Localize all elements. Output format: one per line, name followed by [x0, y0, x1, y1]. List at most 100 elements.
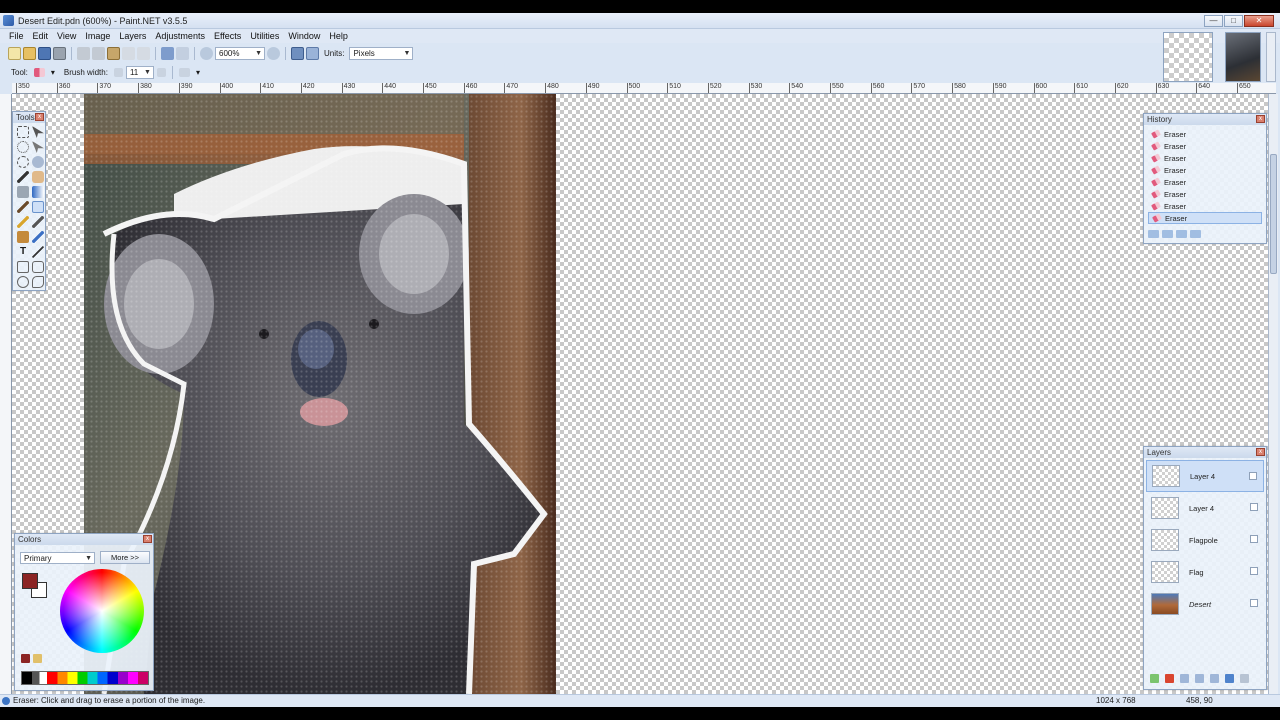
duplicate-layer-icon[interactable]	[1180, 674, 1189, 683]
move-layer-down-icon[interactable]	[1225, 674, 1234, 683]
menu-help[interactable]: Help	[326, 29, 354, 43]
history-item[interactable]: Eraser	[1148, 152, 1262, 164]
menu-adjustments[interactable]: Adjustments	[152, 29, 211, 43]
open-file-icon[interactable]	[23, 46, 36, 60]
clone-stamp-icon[interactable]	[17, 231, 29, 243]
text-icon[interactable]: T	[17, 246, 29, 258]
copy-icon[interactable]	[92, 46, 105, 60]
chevron-down-icon[interactable]: ▾	[196, 68, 200, 77]
eraser-tool-icon[interactable]	[33, 67, 45, 77]
save-icon[interactable]	[38, 46, 51, 60]
rewind-icon[interactable]	[1148, 230, 1159, 238]
swap-colors-icon[interactable]	[33, 654, 42, 663]
move-icon[interactable]	[32, 141, 44, 153]
canvas-vertical-scrollbar[interactable]	[1268, 94, 1278, 694]
tools-panel-header[interactable]: Tools x	[13, 112, 45, 123]
layer-row[interactable]: Flagpole	[1146, 524, 1264, 556]
gradient-icon[interactable]	[32, 186, 44, 198]
brush-shape-icon[interactable]	[113, 67, 123, 77]
close-icon[interactable]: x	[1256, 115, 1265, 123]
zoom-out-icon[interactable]	[200, 46, 213, 60]
ellipse-shape-icon[interactable]	[17, 276, 29, 288]
paintbrush-icon[interactable]	[17, 201, 29, 213]
move-layer-up-icon[interactable]	[1210, 674, 1219, 683]
paint-bucket-icon[interactable]	[17, 186, 29, 198]
menu-view[interactable]: View	[54, 29, 82, 43]
layer-visibility-checkbox[interactable]	[1250, 535, 1258, 543]
close-icon[interactable]: x	[1256, 448, 1265, 456]
layer-row[interactable]: Layer 4	[1146, 492, 1264, 524]
redo-icon[interactable]	[176, 46, 189, 60]
zoom-in-icon[interactable]	[267, 46, 280, 60]
fast-forward-icon[interactable]	[1190, 230, 1201, 238]
image-tab-thumbnail-koala[interactable]	[1225, 32, 1261, 82]
line-curve-icon[interactable]	[32, 246, 44, 258]
close-icon[interactable]: x	[143, 535, 152, 543]
units-combo[interactable]: Pixels ▼	[349, 46, 414, 60]
layers-panel-header[interactable]: Layers x	[1144, 447, 1266, 458]
menu-layers[interactable]: Layers	[116, 29, 152, 43]
undo-icon[interactable]	[1162, 230, 1173, 238]
layer-visibility-checkbox[interactable]	[1250, 567, 1258, 575]
colors-panel-header[interactable]: Colors x	[15, 534, 153, 545]
history-item[interactable]: Eraser	[1148, 200, 1262, 212]
layer-row[interactable]: Flag	[1146, 556, 1264, 588]
history-item[interactable]: Eraser	[1148, 176, 1262, 188]
brush-width-combo[interactable]: 11 ▼	[125, 65, 154, 79]
undo-icon[interactable]	[161, 46, 174, 60]
minimize-button[interactable]: —	[1204, 15, 1223, 27]
rectangle-select-icon[interactable]	[17, 126, 29, 138]
merge-layer-icon[interactable]	[1195, 674, 1204, 683]
history-item-selected[interactable]: Eraser	[1148, 212, 1262, 224]
freeform-shape-icon[interactable]	[32, 276, 44, 288]
thumbnail-scrollbar[interactable]	[1266, 32, 1276, 82]
pan-icon[interactable]	[32, 171, 44, 183]
add-layer-icon[interactable]	[1150, 674, 1159, 683]
zoom-combo[interactable]: 600% ▼	[215, 46, 265, 60]
delete-layer-icon[interactable]	[1165, 674, 1174, 683]
more-colors-button[interactable]: More >>	[100, 551, 150, 564]
history-item[interactable]: Eraser	[1148, 128, 1262, 140]
layer-visibility-checkbox[interactable]	[1250, 599, 1258, 607]
crop-icon[interactable]	[122, 46, 135, 60]
ellipse-select-icon[interactable]	[17, 156, 29, 168]
pencil-icon[interactable]	[17, 216, 29, 228]
primary-color-swatch[interactable]	[22, 573, 38, 589]
antialias-icon[interactable]	[156, 67, 166, 77]
layer-row[interactable]: Desert	[1146, 588, 1264, 620]
close-icon[interactable]: x	[35, 113, 44, 121]
recolor-icon[interactable]	[32, 231, 44, 243]
color-wheel[interactable]	[60, 569, 144, 653]
menu-utilities[interactable]: Utilities	[247, 29, 285, 43]
layer-visibility-checkbox[interactable]	[1249, 472, 1257, 480]
deselect-icon[interactable]	[137, 46, 150, 60]
image-canvas[interactable]	[12, 94, 1268, 694]
lasso-select-icon[interactable]	[17, 141, 29, 153]
menu-edit[interactable]: Edit	[30, 29, 55, 43]
history-item[interactable]: Eraser	[1148, 188, 1262, 200]
eraser-icon[interactable]	[32, 201, 44, 213]
layer-properties-icon[interactable]	[1240, 674, 1249, 683]
color-picker-icon[interactable]	[32, 216, 44, 228]
scrollbar-thumb[interactable]	[1270, 154, 1277, 274]
grid-icon[interactable]	[291, 46, 304, 60]
history-item[interactable]: Eraser	[1148, 140, 1262, 152]
rulers-icon[interactable]	[306, 46, 319, 60]
menu-window[interactable]: Window	[285, 29, 326, 43]
close-button[interactable]: ✕	[1244, 15, 1274, 27]
print-icon[interactable]	[53, 46, 66, 60]
reset-colors-icon[interactable]	[21, 654, 30, 663]
redo-icon[interactable]	[1176, 230, 1187, 238]
new-file-icon[interactable]	[8, 46, 21, 60]
cut-icon[interactable]	[77, 46, 90, 60]
rectangle-shape-icon[interactable]	[17, 261, 29, 273]
layer-visibility-checkbox[interactable]	[1250, 503, 1258, 511]
menu-image[interactable]: Image	[82, 29, 116, 43]
zoom-icon[interactable]	[32, 156, 44, 168]
layer-row-selected[interactable]: Layer 4	[1146, 460, 1264, 492]
menu-file[interactable]: File	[6, 29, 30, 43]
maximize-button[interactable]: □	[1224, 15, 1243, 27]
magic-wand-icon[interactable]	[17, 171, 29, 183]
history-panel-header[interactable]: History x	[1144, 114, 1266, 125]
chevron-down-icon[interactable]: ▾	[51, 68, 55, 77]
